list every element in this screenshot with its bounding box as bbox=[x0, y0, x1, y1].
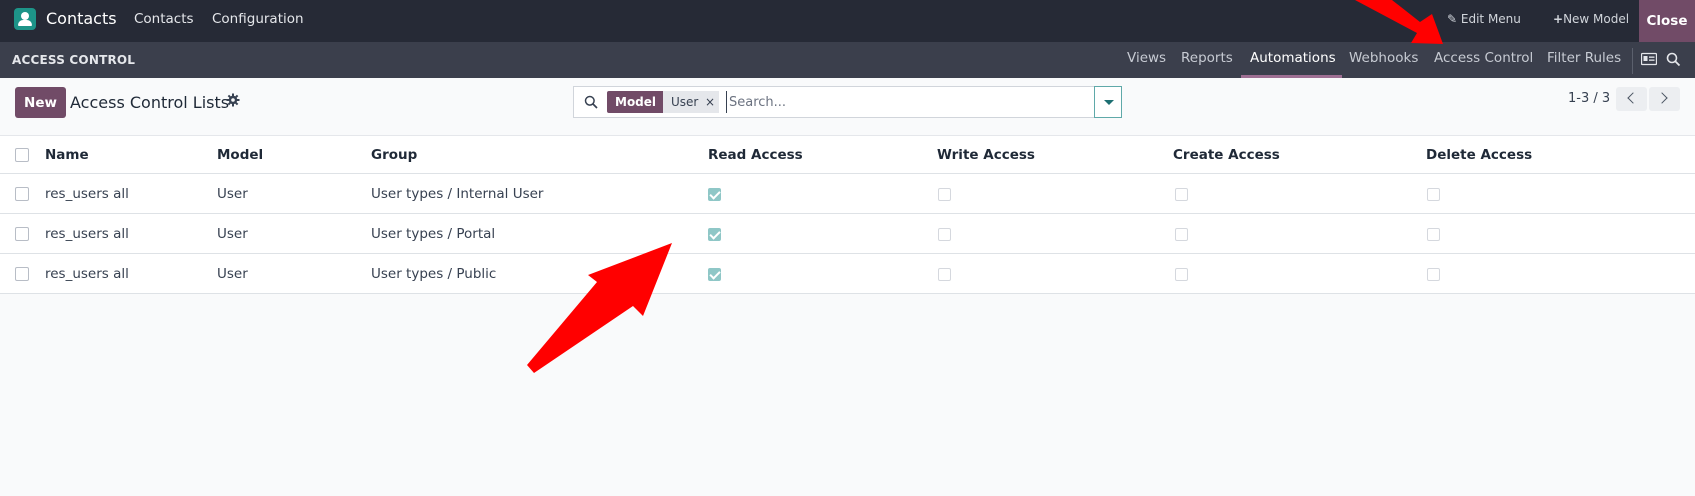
write-access-checkbox[interactable] bbox=[938, 268, 951, 281]
new-model-label: New Model bbox=[1563, 12, 1630, 26]
column-model[interactable]: Model bbox=[217, 147, 263, 163]
cog-icon[interactable] bbox=[226, 93, 240, 107]
cell-name: res_users all bbox=[45, 226, 129, 242]
chevron-right-icon bbox=[1656, 92, 1668, 104]
column-group[interactable]: Group bbox=[371, 147, 417, 163]
table-row[interactable]: res_users all User User types / Public bbox=[0, 254, 1695, 294]
search-icon bbox=[584, 95, 598, 109]
search-facet-label: Model bbox=[607, 91, 665, 113]
close-studio-button[interactable]: Close bbox=[1639, 0, 1695, 42]
close-x-icon[interactable]: × bbox=[705, 91, 715, 113]
delete-access-checkbox[interactable] bbox=[1427, 188, 1440, 201]
edit-menu-button[interactable]: ✎ Edit Menu bbox=[1447, 12, 1521, 26]
delete-access-checkbox[interactable] bbox=[1427, 268, 1440, 281]
row-select-checkbox[interactable] bbox=[15, 227, 29, 241]
menu-contacts[interactable]: Contacts bbox=[134, 11, 194, 27]
tab-access-control[interactable]: Access Control bbox=[1434, 50, 1533, 66]
tab-filter-rules[interactable]: Filter Rules bbox=[1547, 50, 1621, 66]
cell-group: User types / Portal bbox=[371, 226, 496, 242]
write-access-checkbox[interactable] bbox=[938, 228, 951, 241]
studio-search-icon[interactable] bbox=[1666, 52, 1681, 67]
create-access-checkbox[interactable] bbox=[1175, 188, 1188, 201]
read-access-checkbox[interactable] bbox=[708, 228, 721, 241]
cell-model: User bbox=[217, 266, 248, 282]
column-write-access[interactable]: Write Access bbox=[937, 147, 1035, 163]
tab-webhooks[interactable]: Webhooks bbox=[1349, 50, 1418, 66]
menu-configuration[interactable]: Configuration bbox=[212, 11, 304, 27]
cell-name: res_users all bbox=[45, 186, 129, 202]
read-access-checkbox[interactable] bbox=[708, 268, 721, 281]
row-select-checkbox[interactable] bbox=[15, 267, 29, 281]
read-access-checkbox[interactable] bbox=[708, 188, 721, 201]
table-row[interactable]: res_users all User User types / Portal bbox=[0, 214, 1695, 254]
top-navbar: Contacts Contacts Configuration ✎ Edit M… bbox=[0, 0, 1695, 42]
edit-menu-label: Edit Menu bbox=[1460, 12, 1521, 26]
subbar-divider bbox=[1632, 48, 1633, 74]
studio-section-title: ACCESS CONTROL bbox=[12, 53, 136, 67]
column-name[interactable]: Name bbox=[45, 147, 89, 163]
tab-views[interactable]: Views bbox=[1127, 50, 1166, 66]
write-access-checkbox[interactable] bbox=[938, 188, 951, 201]
pager-value[interactable]: 1-3 / 3 bbox=[1568, 91, 1610, 106]
page-title: Access Control Lists bbox=[70, 93, 230, 112]
app-name[interactable]: Contacts bbox=[46, 9, 117, 28]
plus-icon: + bbox=[1553, 12, 1564, 26]
new-button[interactable]: New bbox=[15, 87, 66, 118]
pager-next-button[interactable] bbox=[1649, 87, 1680, 111]
table-header: Name Model Group Read Access Write Acces… bbox=[0, 136, 1695, 174]
search-input[interactable] bbox=[726, 91, 1056, 113]
search-options-toggle[interactable] bbox=[1094, 86, 1122, 118]
caret-down-icon bbox=[1104, 100, 1114, 105]
cell-name: res_users all bbox=[45, 266, 129, 282]
select-all-checkbox[interactable] bbox=[15, 148, 29, 162]
cell-model: User bbox=[217, 226, 248, 242]
id-card-icon[interactable] bbox=[1641, 52, 1657, 66]
tab-reports[interactable]: Reports bbox=[1181, 50, 1233, 66]
tab-automations[interactable]: Automations bbox=[1250, 50, 1336, 66]
studio-subbar: ACCESS CONTROL Views Reports Automations… bbox=[0, 42, 1695, 78]
column-create-access[interactable]: Create Access bbox=[1173, 147, 1280, 163]
table-row[interactable]: res_users all User User types / Internal… bbox=[0, 174, 1695, 214]
cell-group: User types / Internal User bbox=[371, 186, 544, 202]
new-model-button[interactable]: +New Model bbox=[1553, 12, 1629, 26]
search-bar[interactable]: Model User × bbox=[573, 86, 1095, 118]
create-access-checkbox[interactable] bbox=[1175, 268, 1188, 281]
contacts-app-icon[interactable] bbox=[14, 8, 36, 30]
pager-previous-button[interactable] bbox=[1616, 87, 1647, 111]
create-access-checkbox[interactable] bbox=[1175, 228, 1188, 241]
delete-access-checkbox[interactable] bbox=[1427, 228, 1440, 241]
cell-group: User types / Public bbox=[371, 266, 497, 282]
column-read-access[interactable]: Read Access bbox=[708, 147, 803, 163]
chevron-left-icon bbox=[1627, 92, 1639, 104]
active-tab-indicator bbox=[1241, 75, 1342, 78]
cell-model: User bbox=[217, 186, 248, 202]
access-control-list: Name Model Group Read Access Write Acces… bbox=[0, 135, 1695, 331]
column-delete-access[interactable]: Delete Access bbox=[1426, 147, 1532, 163]
row-select-checkbox[interactable] bbox=[15, 187, 29, 201]
pencil-icon: ✎ bbox=[1447, 12, 1458, 26]
empty-row bbox=[0, 294, 1695, 331]
